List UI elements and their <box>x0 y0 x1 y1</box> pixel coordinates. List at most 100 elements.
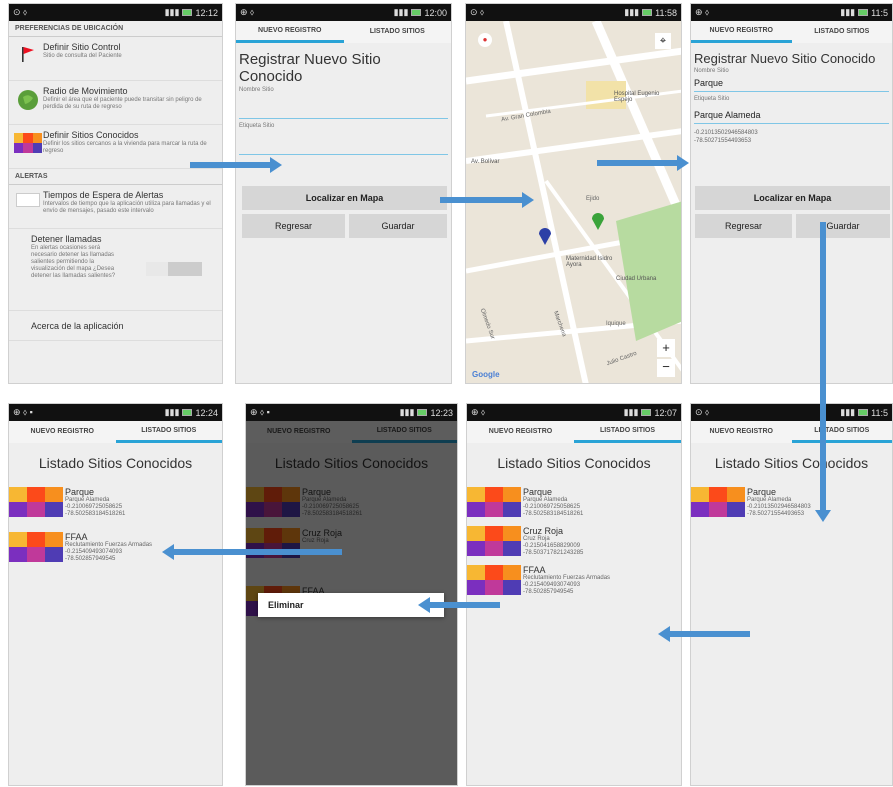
status-icons-left: ⊙ ⬨ <box>695 407 710 417</box>
flow-arrow-down <box>815 222 831 522</box>
battery-icon <box>411 9 422 16</box>
site-tag: Parque Alameda <box>747 497 792 503</box>
status-bar: ⊙ ⬨ ▮▮▮ 11:58 <box>466 4 681 21</box>
site-tag: Parque Alameda <box>523 497 568 503</box>
tab-bar: NUEVO REGISTRO LISTADO SITIOS <box>236 21 451 43</box>
status-bar: ⊙ ⬨ ▮▮▮ 11:5 <box>691 404 892 421</box>
my-location-icon[interactable]: ⌖ <box>655 33 671 49</box>
site-lat: -0.21013502946584803 <box>747 504 811 510</box>
name-input[interactable] <box>239 93 448 119</box>
status-icons-left: ⊕ ⬨ ▪ <box>13 407 33 417</box>
status-icons-left: ⊙ ⬨ <box>470 7 485 17</box>
clock: 12:07 <box>654 407 677 418</box>
flag-icon <box>22 47 34 62</box>
setting-radius[interactable]: Radio de Movimiento Definir el área que e… <box>9 81 222 125</box>
signal-icon: ▮▮▮ <box>164 7 180 17</box>
section-header-location: PREFERENCIAS DE UBICACIÓN <box>9 21 222 37</box>
setting-control-site[interactable]: Definir Sitio Control Sitio de consulta d… <box>9 37 222 81</box>
setting-stop-calls[interactable]: Detener llamadas En alertas ocasiones ser… <box>9 229 222 311</box>
map-pin-blue-icon <box>539 228 551 245</box>
status-icons-left: ⊙ ⬨ <box>13 7 28 17</box>
list-item[interactable]: Cruz Roja Cruz Roja -0.215041658829009 -78.… <box>467 526 681 557</box>
tab-new-register[interactable]: NUEVO REGISTRO <box>691 421 792 443</box>
name-input[interactable]: Parque <box>694 74 889 92</box>
setting-title: Detener llamadas <box>31 234 102 244</box>
site-lon: -78.502857949545 <box>65 556 116 562</box>
form-title: Registrar Nuevo Sitio Conocido <box>239 51 381 85</box>
site-thumbnail <box>467 526 521 556</box>
signal-icon: ▮▮▮ <box>164 407 180 417</box>
clock: 12:23 <box>430 407 453 418</box>
status-icons-left: ⊕ ⬨ <box>240 7 255 17</box>
back-button[interactable]: Regresar <box>695 214 792 238</box>
tab-bar: NUEVO REGISTRO LISTADO SITIOS <box>691 421 892 443</box>
tab-site-list[interactable]: LISTADO SITIOS <box>574 421 681 443</box>
battery-icon <box>182 9 193 16</box>
tab-site-list[interactable]: LISTADO SITIOS <box>344 21 452 43</box>
status-bar: ⊙ ⬨ ▮▮▮ 12:12 <box>9 4 222 21</box>
setting-subtitle: Sitio de consulta del Paciente <box>43 53 122 59</box>
setting-title: Definir Sitios Conocidos <box>43 130 139 140</box>
setting-about[interactable]: Acerca de la aplicación <box>9 311 222 341</box>
battery-icon <box>182 409 193 416</box>
save-button[interactable]: Guardar <box>796 214 890 238</box>
status-bar: ⊕ ⬨ ▪ ▮▮▮ 12:24 <box>9 404 222 421</box>
setting-wait-times[interactable]: Tiempos de Espera de Alertas Intervalos d… <box>9 185 222 229</box>
flow-arrow-right <box>190 157 282 173</box>
back-button[interactable]: Regresar <box>242 214 345 238</box>
tab-new-register[interactable]: NUEVO REGISTRO <box>236 21 344 43</box>
clock: 12:24 <box>195 407 218 418</box>
tab-site-list[interactable]: LISTADO SITIOS <box>115 421 222 443</box>
zoom-in-button[interactable]: + <box>657 339 675 357</box>
tab-new-register[interactable]: NUEVO REGISTRO <box>467 421 574 443</box>
screen-settings: ⊙ ⬨ ▮▮▮ 12:12 PREFERENCIAS DE UBICACIÓN D… <box>8 3 223 384</box>
list-item[interactable]: FFAAReclutamiento Fuerzas Armadas-0.2154… <box>467 565 681 596</box>
signal-icon: ▮▮▮ <box>399 407 415 417</box>
globe-icon <box>18 90 38 110</box>
tab-site-list[interactable]: LISTADO SITIOS <box>791 421 892 443</box>
longitude-value: -78.50271554493653 <box>694 138 752 144</box>
screen-list-two: ⊕ ⬨ ▪ ▮▮▮ 12:24 NUEVO REGISTRO LISTADO SI… <box>8 403 223 786</box>
site-name: Parque <box>65 487 95 497</box>
site-name: Cruz Roja <box>523 526 564 536</box>
place-label: Ciudad Urbana <box>616 276 657 282</box>
site-lon: -78.502583184518261 <box>523 511 584 517</box>
site-lon: -78.502857949545 <box>523 589 574 595</box>
locate-on-map-button[interactable]: Localizar en Mapa <box>695 186 890 210</box>
flow-arrow-right <box>440 192 534 208</box>
site-name: FFAA <box>523 565 546 575</box>
tag-input[interactable] <box>239 129 448 155</box>
save-button[interactable]: Guardar <box>349 214 447 238</box>
battery-icon <box>641 409 652 416</box>
form-title: Registrar Nuevo Sitio Conocido <box>694 51 876 66</box>
setting-title: Radio de Movimiento <box>43 86 128 96</box>
place-label: Hospital Eugenio Espejo <box>614 91 660 103</box>
street-label: Ejido <box>586 196 600 202</box>
site-lon: -78.503717821243285 <box>523 550 584 556</box>
stop-calls-toggle[interactable] <box>146 262 202 276</box>
compass-icon[interactable]: ● <box>478 33 492 47</box>
site-name: FFAA <box>65 532 88 542</box>
status-bar: ⊕ ⬨ ▮▮▮ 12:00 <box>236 4 451 21</box>
site-thumbnail <box>467 487 521 517</box>
clock: 12:12 <box>195 7 218 18</box>
status-icons-left: ⊕ ⬨ ▪ <box>250 407 270 417</box>
zoom-out-button[interactable]: − <box>657 359 675 377</box>
list-item[interactable]: Parque Parque Alameda -0.21013502946584803… <box>691 487 892 518</box>
tab-new-register[interactable]: NUEVO REGISTRO <box>691 21 792 43</box>
list-item[interactable]: ParqueParque Alameda-0.210069725058625-7… <box>9 487 222 518</box>
tab-bar: NUEVO REGISTRO LISTADO SITIOS <box>467 421 681 443</box>
site-lat: -0.215409493074093 <box>523 582 581 588</box>
list-item[interactable]: FFAAReclutamiento Fuerzas Armadas-0.2154… <box>9 532 222 563</box>
setting-subtitle: Intervalos de tiempo que la aplicación u… <box>43 201 211 214</box>
site-thumbnail <box>9 487 63 517</box>
signal-icon: ▮▮▮ <box>623 407 639 417</box>
tab-site-list[interactable]: LISTADO SITIOS <box>792 21 893 43</box>
delete-menu-item[interactable]: Eliminar <box>258 593 444 617</box>
list-item[interactable]: ParqueParque Alameda-0.210069725058625-7… <box>467 487 681 518</box>
tab-new-register[interactable]: NUEVO REGISTRO <box>9 421 116 443</box>
site-lon: -78.50271554493653 <box>747 511 805 517</box>
tag-input[interactable]: Parque Alameda <box>694 102 889 124</box>
section-header-alerts: ALERTAS <box>9 169 222 185</box>
locate-on-map-button[interactable]: Localizar en Mapa <box>242 186 447 210</box>
